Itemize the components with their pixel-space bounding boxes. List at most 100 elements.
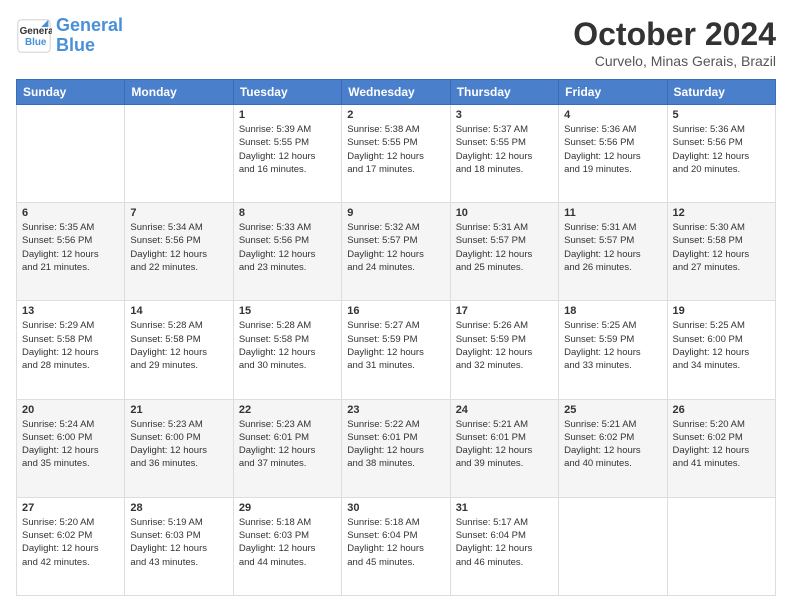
calendar-cell	[559, 497, 667, 595]
day-info: Sunrise: 5:17 AM Sunset: 6:04 PM Dayligh…	[456, 516, 553, 569]
calendar-cell: 1Sunrise: 5:39 AM Sunset: 5:55 PM Daylig…	[233, 105, 341, 203]
day-info: Sunrise: 5:31 AM Sunset: 5:57 PM Dayligh…	[564, 221, 661, 274]
day-header-thursday: Thursday	[450, 80, 558, 105]
day-header-sunday: Sunday	[17, 80, 125, 105]
calendar-cell	[125, 105, 233, 203]
day-number: 18	[564, 305, 661, 317]
calendar-cell: 9 Sunrise: 5:32 AM Sunset: 5:57 PM Daylig…	[342, 203, 450, 301]
calendar-cell: 7Sunrise: 5:34 AM Sunset: 5:56 PM Daylig…	[125, 203, 233, 301]
day-info: Sunrise: 5:28 AM Sunset: 5:58 PM Dayligh…	[130, 319, 227, 372]
day-number: 29	[239, 502, 336, 514]
day-info: Sunrise: 5:36 AM Sunset: 5:56 PM Dayligh…	[564, 123, 661, 176]
day-info: Sunrise: 5:21 AM Sunset: 6:01 PM Dayligh…	[456, 418, 553, 471]
logo-line2: Blue	[56, 35, 95, 55]
day-info: Sunrise: 5:31 AM Sunset: 5:57 PM Dayligh…	[456, 221, 553, 274]
day-number: 10	[456, 207, 553, 219]
location: Curvelo, Minas Gerais, Brazil	[573, 53, 776, 69]
svg-text:General: General	[20, 26, 52, 37]
day-info: Sunrise: 5:36 AM Sunset: 5:56 PM Dayligh…	[673, 123, 770, 176]
calendar-cell: 23Sunrise: 5:22 AM Sunset: 6:01 PM Dayli…	[342, 399, 450, 497]
calendar-cell: 27 Sunrise: 5:20 AM Sunset: 6:02 PM Dayli…	[17, 497, 125, 595]
week-row-2: 13 Sunrise: 5:29 AM Sunset: 5:58 PM Dayli…	[17, 301, 776, 399]
week-row-1: 6 Sunrise: 5:35 AM Sunset: 5:56 PM Daylig…	[17, 203, 776, 301]
day-info: Sunrise: 5:23 AM Sunset: 6:01 PM Dayligh…	[239, 418, 336, 471]
calendar-cell	[667, 497, 775, 595]
calendar-cell: 24Sunrise: 5:21 AM Sunset: 6:01 PM Dayli…	[450, 399, 558, 497]
day-number: 16	[347, 305, 444, 317]
day-number: 14	[130, 305, 227, 317]
calendar-cell: 6 Sunrise: 5:35 AM Sunset: 5:56 PM Daylig…	[17, 203, 125, 301]
day-number: 12	[673, 207, 770, 219]
calendar-cell: 20Sunrise: 5:24 AM Sunset: 6:00 PM Dayli…	[17, 399, 125, 497]
day-info: Sunrise: 5:19 AM Sunset: 6:03 PM Dayligh…	[130, 516, 227, 569]
calendar-cell: 15Sunrise: 5:28 AM Sunset: 5:58 PM Dayli…	[233, 301, 341, 399]
day-info: Sunrise: 5:26 AM Sunset: 5:59 PM Dayligh…	[456, 319, 553, 372]
day-number: 7	[130, 207, 227, 219]
calendar-cell: 16 Sunrise: 5:27 AM Sunset: 5:59 PM Dayli…	[342, 301, 450, 399]
day-number: 11	[564, 207, 661, 219]
logo: General Blue General Blue	[16, 16, 123, 56]
day-info: Sunrise: 5:20 AM Sunset: 6:02 PM Dayligh…	[673, 418, 770, 471]
title-block: October 2024 Curvelo, Minas Gerais, Braz…	[573, 16, 776, 69]
day-info: Sunrise: 5:23 AM Sunset: 6:00 PM Dayligh…	[130, 418, 227, 471]
day-header-friday: Friday	[559, 80, 667, 105]
calendar-cell: 14 Sunrise: 5:28 AM Sunset: 5:58 PM Dayli…	[125, 301, 233, 399]
day-number: 9	[347, 207, 444, 219]
calendar-cell: 5 Sunrise: 5:36 AM Sunset: 5:56 PM Daylig…	[667, 105, 775, 203]
day-info: Sunrise: 5:35 AM Sunset: 5:56 PM Dayligh…	[22, 221, 119, 274]
calendar-cell: 2Sunrise: 5:38 AM Sunset: 5:55 PM Daylig…	[342, 105, 450, 203]
calendar-cell: 10 Sunrise: 5:31 AM Sunset: 5:57 PM Dayli…	[450, 203, 558, 301]
day-info: Sunrise: 5:29 AM Sunset: 5:58 PM Dayligh…	[22, 319, 119, 372]
calendar-cell: 19 Sunrise: 5:25 AM Sunset: 6:00 PM Dayli…	[667, 301, 775, 399]
logo-text: General Blue	[56, 16, 123, 56]
svg-text:Blue: Blue	[25, 37, 47, 48]
day-info: Sunrise: 5:30 AM Sunset: 5:58 PM Dayligh…	[673, 221, 770, 274]
calendar-cell: 28 Sunrise: 5:19 AM Sunset: 6:03 PM Dayli…	[125, 497, 233, 595]
calendar-cell: 26 Sunrise: 5:20 AM Sunset: 6:02 PM Dayli…	[667, 399, 775, 497]
day-number: 26	[673, 404, 770, 416]
day-info: Sunrise: 5:25 AM Sunset: 6:00 PM Dayligh…	[673, 319, 770, 372]
day-number: 28	[130, 502, 227, 514]
month-title: October 2024	[573, 16, 776, 53]
calendar-cell: 8Sunrise: 5:33 AM Sunset: 5:56 PM Daylig…	[233, 203, 341, 301]
day-number: 19	[673, 305, 770, 317]
day-number: 3	[456, 109, 553, 121]
week-row-0: 1Sunrise: 5:39 AM Sunset: 5:55 PM Daylig…	[17, 105, 776, 203]
day-number: 8	[239, 207, 336, 219]
day-number: 6	[22, 207, 119, 219]
day-number: 30	[347, 502, 444, 514]
calendar-cell: 13 Sunrise: 5:29 AM Sunset: 5:58 PM Dayli…	[17, 301, 125, 399]
day-number: 13	[22, 305, 119, 317]
day-header-monday: Monday	[125, 80, 233, 105]
day-number: 23	[347, 404, 444, 416]
calendar-cell: 30 Sunrise: 5:18 AM Sunset: 6:04 PM Dayli…	[342, 497, 450, 595]
day-number: 4	[564, 109, 661, 121]
calendar-cell: 4 Sunrise: 5:36 AM Sunset: 5:56 PM Daylig…	[559, 105, 667, 203]
day-number: 5	[673, 109, 770, 121]
day-info: Sunrise: 5:27 AM Sunset: 5:59 PM Dayligh…	[347, 319, 444, 372]
day-info: Sunrise: 5:38 AM Sunset: 5:55 PM Dayligh…	[347, 123, 444, 176]
day-number: 22	[239, 404, 336, 416]
day-info: Sunrise: 5:18 AM Sunset: 6:04 PM Dayligh…	[347, 516, 444, 569]
day-header-saturday: Saturday	[667, 80, 775, 105]
day-info: Sunrise: 5:21 AM Sunset: 6:02 PM Dayligh…	[564, 418, 661, 471]
day-info: Sunrise: 5:20 AM Sunset: 6:02 PM Dayligh…	[22, 516, 119, 569]
day-number: 27	[22, 502, 119, 514]
day-info: Sunrise: 5:24 AM Sunset: 6:00 PM Dayligh…	[22, 418, 119, 471]
page: General Blue General Blue October 2024 C…	[0, 0, 792, 612]
day-info: Sunrise: 5:32 AM Sunset: 5:57 PM Dayligh…	[347, 221, 444, 274]
day-number: 31	[456, 502, 553, 514]
calendar-cell: 11 Sunrise: 5:31 AM Sunset: 5:57 PM Dayli…	[559, 203, 667, 301]
calendar-cell: 31 Sunrise: 5:17 AM Sunset: 6:04 PM Dayli…	[450, 497, 558, 595]
calendar-cell: 18 Sunrise: 5:25 AM Sunset: 5:59 PM Dayli…	[559, 301, 667, 399]
day-number: 15	[239, 305, 336, 317]
day-number: 1	[239, 109, 336, 121]
calendar-table: SundayMondayTuesdayWednesdayThursdayFrid…	[16, 79, 776, 596]
day-header-tuesday: Tuesday	[233, 80, 341, 105]
calendar-cell: 25Sunrise: 5:21 AM Sunset: 6:02 PM Dayli…	[559, 399, 667, 497]
calendar-cell: 12 Sunrise: 5:30 AM Sunset: 5:58 PM Dayli…	[667, 203, 775, 301]
week-row-3: 20Sunrise: 5:24 AM Sunset: 6:00 PM Dayli…	[17, 399, 776, 497]
calendar-cell: 3Sunrise: 5:37 AM Sunset: 5:55 PM Daylig…	[450, 105, 558, 203]
day-info: Sunrise: 5:25 AM Sunset: 5:59 PM Dayligh…	[564, 319, 661, 372]
day-number: 17	[456, 305, 553, 317]
